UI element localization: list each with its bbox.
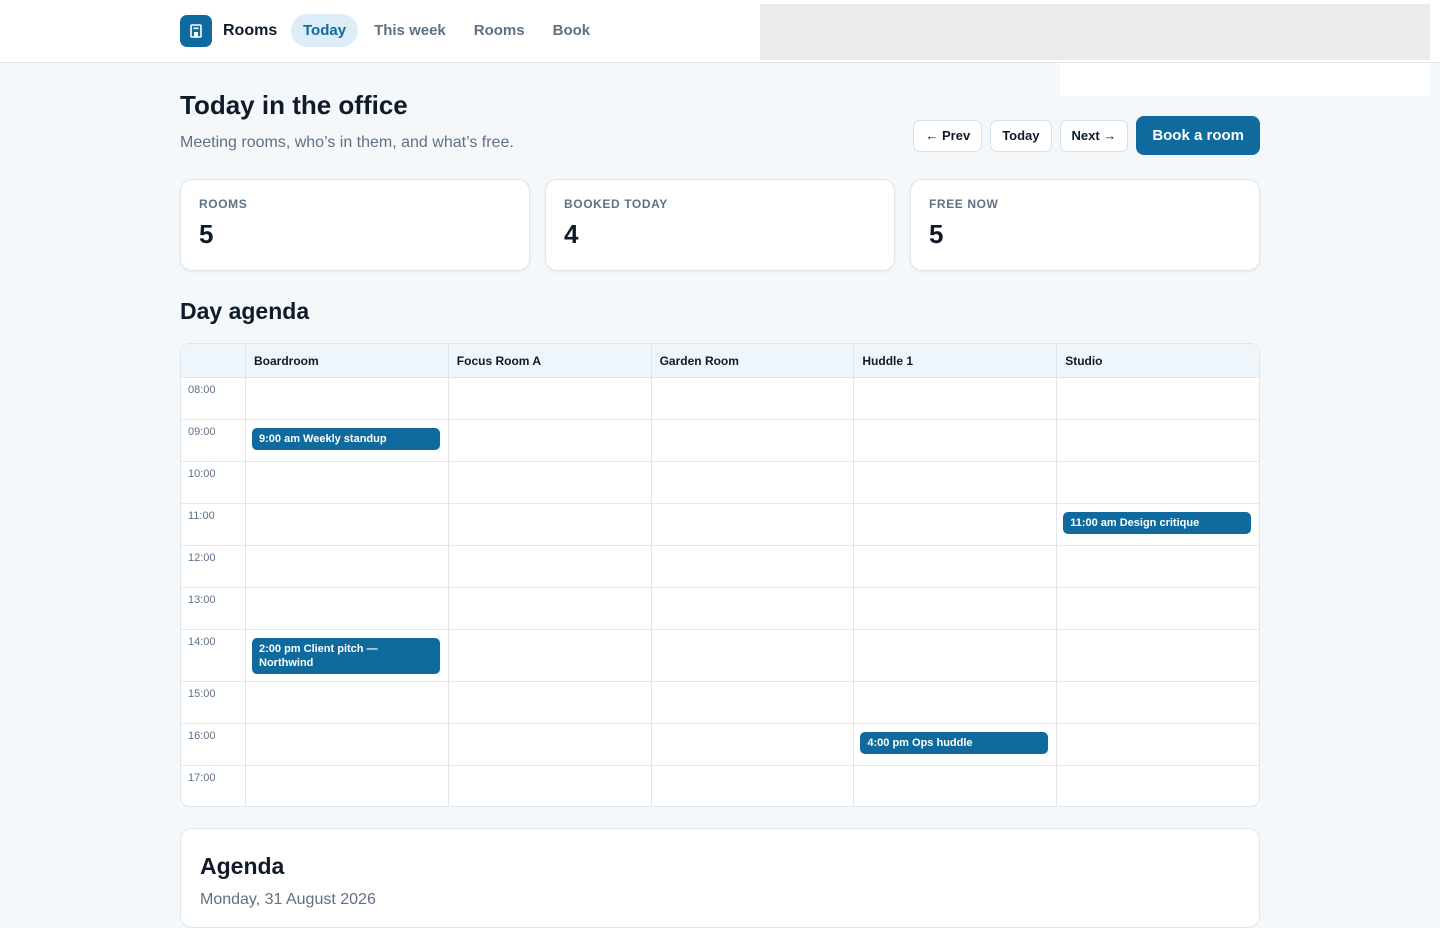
stat-value: 4 [564, 219, 579, 249]
agenda-card: Agenda Monday, 31 August 2026 [180, 828, 1260, 928]
time-label: 11:00 [188, 510, 215, 522]
column-divider [447, 378, 449, 806]
time-label: 14:00 [188, 636, 216, 648]
stat-value: 5 [929, 219, 944, 249]
book-a-room-button[interactable]: Book a room [1136, 116, 1260, 155]
time-label: 09:00 [188, 426, 216, 438]
room-column-header: Studio [1056, 344, 1259, 378]
stat-card-free-now: FREE NOW 5 [910, 179, 1260, 271]
room-column-header: Boardroom [245, 344, 448, 378]
time-row: 15:00 [181, 682, 1259, 724]
time-row: 17:00 [181, 766, 1259, 806]
column-divider [650, 378, 652, 806]
time-row: 10:00 [181, 462, 1259, 504]
booking-event[interactable]: 2:00 pm Client pitch — Northwind [252, 638, 440, 674]
brand[interactable]: Rooms [180, 15, 277, 47]
column-divider [245, 378, 246, 806]
time-row: 12:00 [181, 546, 1259, 588]
nav-item-this-week[interactable]: This week [362, 14, 458, 47]
ad-banner-strip [1060, 63, 1430, 96]
booking-event[interactable]: 9:00 am Weekly standup [252, 428, 440, 450]
time-row: 08:00 [181, 378, 1259, 420]
time-label: 16:00 [188, 730, 216, 742]
grid-header: Boardroom Focus Room A Garden Room Huddle 1… [181, 344, 1259, 378]
time-label: 17:00 [188, 772, 216, 784]
stat-label: BOOKED TODAY [564, 197, 668, 211]
room-column-header: Garden Room [650, 344, 854, 378]
room-column-header: Focus Room A [447, 344, 651, 378]
time-label: 08:00 [188, 384, 216, 396]
page-subtitle: Meeting rooms, who’s in them, and what’s… [180, 134, 514, 151]
time-label: 10:00 [188, 468, 216, 480]
booking-event[interactable]: 4:00 pm Ops huddle [860, 732, 1049, 754]
time-label: 12:00 [188, 552, 216, 564]
booking-event[interactable]: 11:00 am Design critique [1063, 512, 1251, 534]
time-label: 15:00 [188, 688, 216, 700]
nav-item-today[interactable]: Today [291, 14, 359, 47]
stat-label: FREE NOW [929, 197, 999, 211]
stat-value: 5 [199, 219, 214, 249]
time-label: 13:00 [188, 594, 216, 606]
nav-item-rooms[interactable]: Rooms [462, 14, 537, 47]
ad-banner-placeholder [760, 4, 1430, 60]
nav-item-book[interactable]: Book [541, 14, 603, 47]
day-agenda-title: Day agenda [180, 298, 310, 324]
building-icon [180, 15, 212, 47]
next-button[interactable]: Next → [1059, 119, 1129, 152]
stats-row: ROOMS 5 BOOKED TODAY 4 FREE NOW 5 [180, 179, 1260, 271]
prev-button[interactable]: ← Prev [913, 119, 983, 152]
agenda-title: Agenda [200, 853, 285, 879]
day-agenda-grid: Boardroom Focus Room A Garden Room Huddle 1… [180, 343, 1260, 807]
column-divider [1056, 378, 1058, 806]
room-column-header: Huddle 1 [853, 344, 1056, 378]
today-button[interactable]: Today [990, 119, 1052, 152]
stat-card-rooms: ROOMS 5 [180, 179, 530, 271]
date-toolbar: ← Prev Today Next → Book a room [905, 116, 1260, 155]
stat-card-booked-today: BOOKED TODAY 4 [545, 179, 895, 271]
agenda-date: Monday, 31 August 2026 [200, 891, 376, 908]
brand-name: Rooms [223, 22, 278, 39]
column-divider [853, 378, 855, 806]
time-row: 16:00 [181, 724, 1259, 766]
time-row: 13:00 [181, 588, 1259, 630]
page-title: Today in the office [180, 90, 408, 120]
main-nav: Today This week Rooms Book [291, 14, 606, 47]
stat-label: ROOMS [199, 197, 248, 211]
